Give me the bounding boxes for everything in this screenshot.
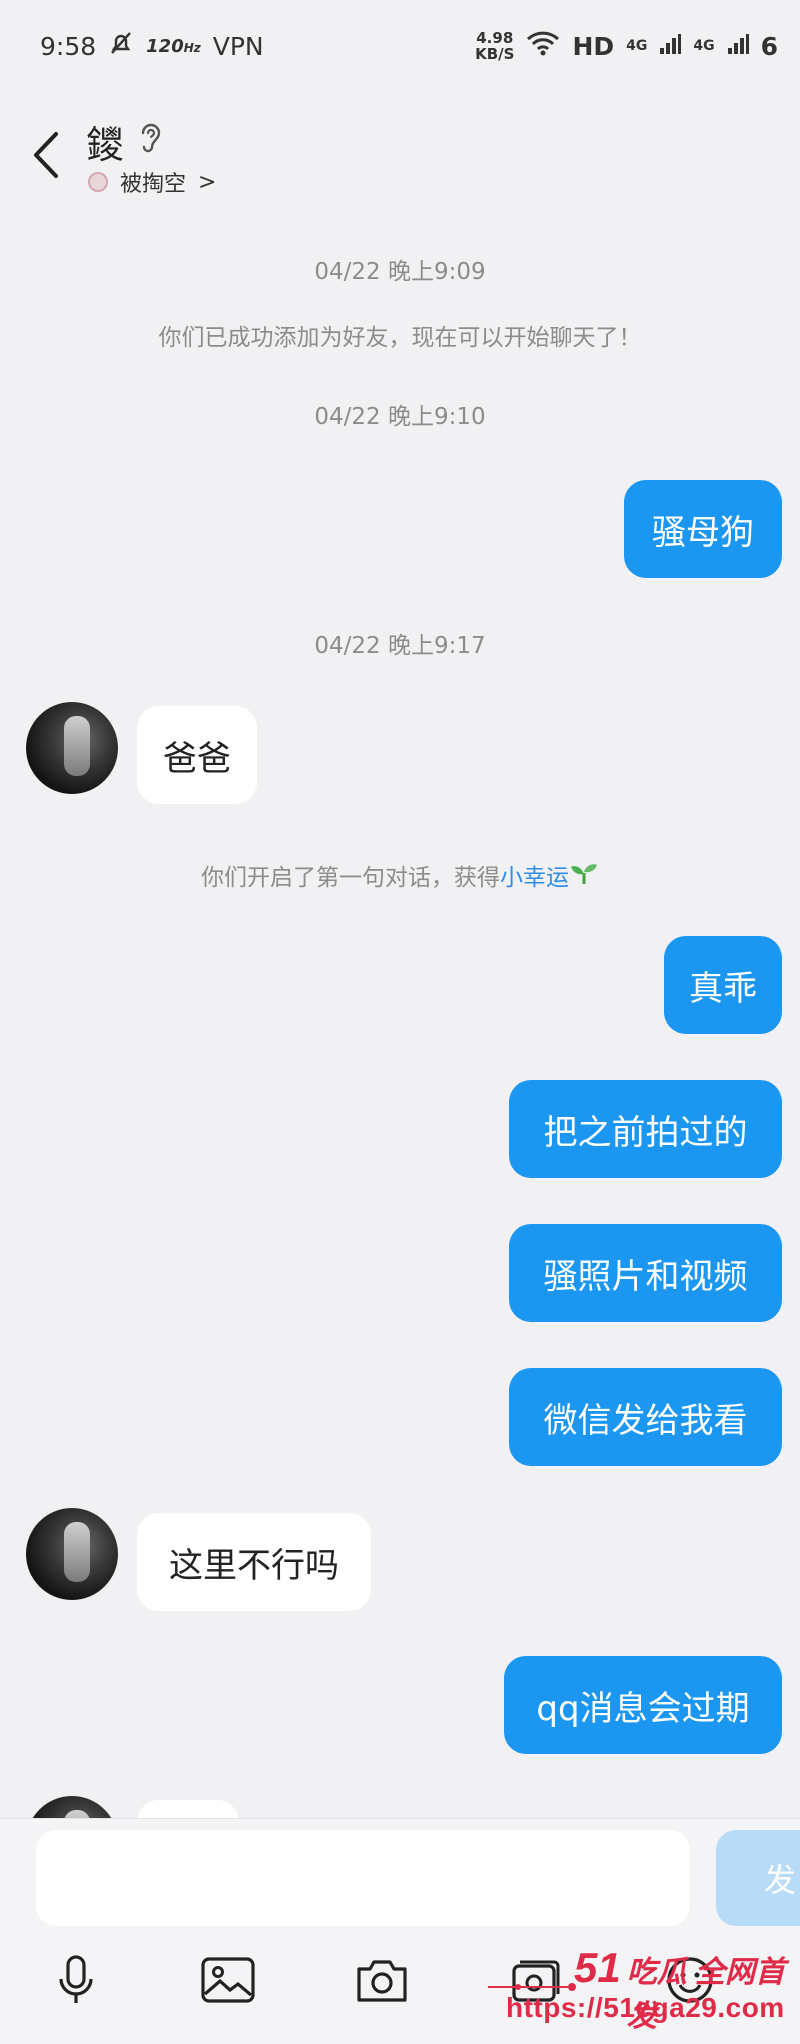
chat-header: 鑁 被掏空 >: [0, 100, 800, 210]
watermark: 51 吃瓜 全网首发 https://51cga29.com: [488, 1940, 800, 2044]
signal-icon: [727, 32, 749, 61]
send-button-label: 发: [764, 1861, 797, 1899]
send-button[interactable]: 发: [716, 1830, 800, 1926]
contact-status[interactable]: 被掏空 >: [88, 166, 216, 198]
sprout-icon: [569, 864, 599, 891]
ear-icon[interactable]: [138, 120, 164, 164]
back-button[interactable]: [22, 120, 72, 190]
refresh-rate: 120Hz: [146, 35, 201, 57]
system-message: 你们已成功添加为好友，现在可以开始聊天了！: [158, 325, 642, 351]
network-speed: 4.98 KB/S: [475, 29, 515, 63]
vpn-indicator: VPN: [212, 31, 264, 61]
outgoing-message[interactable]: 骚母狗: [624, 480, 782, 578]
chevron-left-icon: [34, 132, 58, 178]
watermark-url: https://51cga29.com: [506, 1992, 785, 2023]
timestamp: 04/22 晚上9:10: [314, 404, 486, 430]
timestamp: 04/22 晚上9:09: [314, 259, 486, 285]
message-input[interactable]: [36, 1830, 690, 1926]
outgoing-message[interactable]: 真乖: [664, 936, 782, 1034]
avatar[interactable]: [26, 702, 118, 794]
network-type-1: 4G: [626, 38, 648, 54]
timestamp: 04/22 晚上9:17: [314, 633, 486, 659]
avatar[interactable]: [26, 1508, 118, 1600]
status-avatar-icon: [88, 172, 108, 192]
outgoing-message[interactable]: qq消息会过期: [504, 1656, 782, 1754]
incoming-message[interactable]: 爸爸: [137, 706, 257, 804]
status-time: 9:58: [40, 31, 97, 61]
signal-icon: [659, 32, 682, 61]
status-bar: 9:58 120Hz VPN 4.98 KB/S HD 4G 4G 6: [0, 0, 800, 92]
hd-indicator: HD: [572, 31, 615, 61]
wifi-icon: [526, 30, 560, 62]
lucky-link[interactable]: 小幸运: [500, 865, 569, 891]
microphone-icon[interactable]: [46, 1950, 106, 2010]
contact-status-text: 被掏空: [120, 172, 187, 197]
outgoing-message[interactable]: 把之前拍过的: [509, 1080, 782, 1178]
image-icon[interactable]: [198, 1950, 258, 2010]
chevron-right-icon: >: [198, 169, 217, 195]
system-message: 你们开启了第一句对话，获得小幸运: [0, 858, 800, 892]
contact-name[interactable]: 鑁: [86, 114, 164, 169]
page-title: 鑁: [86, 123, 125, 167]
mute-icon: [108, 30, 134, 62]
system-message-text: 你们开启了第一句对话，获得: [201, 865, 500, 891]
camera-icon[interactable]: [352, 1950, 412, 2010]
incoming-message[interactable]: 这里不行吗: [137, 1513, 371, 1611]
outgoing-message[interactable]: 微信发给我看: [509, 1368, 782, 1466]
outgoing-message[interactable]: 骚照片和视频: [509, 1224, 782, 1322]
network-type-2: 4G: [693, 38, 715, 54]
battery-level: 6: [760, 31, 778, 61]
